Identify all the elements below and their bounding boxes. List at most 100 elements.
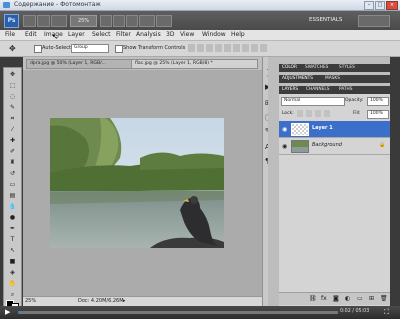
- tab-styles[interactable]: STYLES: [339, 65, 355, 71]
- seek-bar[interactable]: [18, 311, 338, 314]
- minibridge-icon[interactable]: [37, 15, 50, 27]
- rotate-view-button[interactable]: [126, 15, 138, 27]
- layer-mask-icon[interactable]: ◙: [333, 295, 339, 302]
- document-tab-label: flac.jpg @ 25% (Layer 1, RGB/8) *: [135, 61, 213, 66]
- adjustments-panel-group: ADJUSTMENTS MASKS: [279, 75, 390, 83]
- document-tab-inactive[interactable]: dpra.jpg @ 50% (Layer 1, RGB/...: [26, 59, 133, 69]
- menu-bar: File Edit Image Layer Select Filter Anal…: [0, 30, 400, 41]
- tab-color[interactable]: COLOR: [282, 65, 297, 71]
- options-bar: ✥ Auto-Select: Group Show Transform Cont…: [0, 41, 400, 57]
- clone-stamp-tool-icon[interactable]: ♜: [6, 159, 19, 167]
- dodge-tool-icon[interactable]: ●: [6, 214, 19, 222]
- application-bar: Ps 25% ESSENTIALS: [0, 11, 400, 30]
- menu-help[interactable]: Help: [231, 31, 245, 38]
- blend-mode-dropdown[interactable]: Normal: [281, 97, 345, 106]
- play-icon[interactable]: ▶: [5, 308, 10, 316]
- zoom-tool-button[interactable]: [113, 15, 125, 27]
- marquee-tool-icon[interactable]: ⬚: [6, 82, 19, 90]
- tab-masks[interactable]: MASKS: [325, 76, 340, 82]
- layer-name[interactable]: Background: [312, 142, 342, 148]
- lock-icon: 🔒: [379, 142, 386, 148]
- menu-analysis[interactable]: Analysis: [136, 31, 161, 38]
- zoom-tool-icon[interactable]: ⌕: [6, 291, 19, 299]
- menu-3d[interactable]: 3D: [166, 31, 174, 38]
- healing-brush-tool-icon[interactable]: ✚: [6, 137, 19, 145]
- window-title: Содержание - Фотомонтаж: [14, 1, 101, 8]
- tab-channels[interactable]: CHANNELS: [306, 87, 329, 93]
- mouse-cursor-icon: ↖: [52, 33, 58, 41]
- history-brush-tool-icon[interactable]: ↺: [6, 170, 19, 178]
- delete-layer-icon[interactable]: 🗑: [380, 295, 388, 302]
- cs-live-button[interactable]: [358, 15, 390, 27]
- layer-row-background[interactable]: ◉ Background 🔒: [279, 138, 390, 155]
- maximize-button[interactable]: □: [375, 1, 385, 10]
- layers-panel: Normal Opacity: 100% Lock: Fill: 100% ◉ …: [279, 94, 390, 306]
- layer-style-icon[interactable]: fx: [321, 295, 327, 302]
- quick-select-tool-icon[interactable]: ✎: [6, 104, 19, 112]
- menu-file[interactable]: File: [5, 31, 15, 38]
- gradient-tool-icon[interactable]: ▤: [6, 192, 19, 200]
- extras-dropdown[interactable]: [51, 15, 67, 27]
- status-menu-arrow-icon[interactable]: ▸: [123, 298, 126, 304]
- align-buttons-group[interactable]: [188, 44, 268, 52]
- move-tool-icon[interactable]: ✥: [6, 71, 19, 79]
- menu-select[interactable]: Select: [92, 31, 111, 38]
- lock-buttons-group[interactable]: [297, 110, 333, 117]
- zoom-level-dropdown[interactable]: 25%: [70, 15, 97, 27]
- fill-field[interactable]: 100%: [367, 110, 389, 119]
- status-bar: 25% Doc: 4.20M/6.26M ▸: [23, 296, 262, 306]
- blur-tool-icon[interactable]: 💧: [6, 203, 19, 211]
- eyedropper-tool-icon[interactable]: ⁄: [6, 126, 19, 134]
- new-group-icon[interactable]: ▭: [357, 295, 363, 302]
- fullscreen-icon[interactable]: ⛶: [384, 308, 389, 317]
- hand-tool-icon[interactable]: ✋: [6, 280, 19, 288]
- brush-tool-icon[interactable]: ✐: [6, 148, 19, 156]
- tab-swatches[interactable]: SWATCHES: [305, 65, 328, 71]
- tab-adjustments[interactable]: ADJUSTMENTS: [282, 76, 313, 82]
- move-tool-preset-icon[interactable]: ✥: [9, 44, 16, 53]
- layers-panel-group: LAYERS CHANNELS PATHS: [279, 86, 390, 94]
- opacity-field[interactable]: 100%: [367, 97, 389, 106]
- layer-name[interactable]: Layer 1: [312, 125, 333, 131]
- workspace-switcher[interactable]: ESSENTIALS: [309, 15, 353, 25]
- menu-layer[interactable]: Layer: [68, 31, 85, 38]
- arrange-documents-dropdown[interactable]: [139, 15, 155, 27]
- status-zoom[interactable]: 25%: [25, 298, 36, 304]
- auto-select-checkbox[interactable]: [34, 45, 42, 53]
- shape-tool-icon[interactable]: ■: [6, 258, 19, 266]
- menu-filter[interactable]: Filter: [116, 31, 131, 38]
- crop-tool-icon[interactable]: ⌗: [6, 115, 19, 123]
- visibility-eye-icon[interactable]: ◉: [282, 143, 287, 150]
- new-layer-icon[interactable]: ⊞: [369, 295, 374, 302]
- 3d-rotate-tool-icon[interactable]: ◈: [6, 269, 19, 277]
- menu-window[interactable]: Window: [202, 31, 226, 38]
- screen-mode-dropdown[interactable]: [156, 15, 172, 27]
- document-tab-active[interactable]: flac.jpg @ 25% (Layer 1, RGB/8) *: [131, 59, 258, 69]
- tab-layers[interactable]: LAYERS: [282, 87, 298, 93]
- status-doc-size: Doc: 4.20M/6.26M: [78, 298, 124, 304]
- layer-thumbnail: [291, 140, 309, 153]
- layer-row-layer-1[interactable]: ◉ Layer 1: [279, 121, 390, 138]
- minimize-button[interactable]: –: [364, 1, 374, 10]
- bridge-icon[interactable]: [23, 15, 36, 27]
- visibility-eye-icon[interactable]: ◉: [282, 126, 287, 133]
- window-titlebar: Содержание - Фотомонтаж – □ ×: [0, 0, 400, 11]
- link-layers-icon[interactable]: ⛓: [309, 295, 317, 302]
- menu-view[interactable]: View: [180, 31, 194, 38]
- path-selection-tool-icon[interactable]: ↖: [6, 247, 19, 255]
- fill-label: Fill:: [353, 111, 361, 116]
- menu-edit[interactable]: Edit: [25, 31, 37, 38]
- type-tool-icon[interactable]: T: [6, 236, 19, 244]
- canvas-photo[interactable]: [50, 118, 224, 248]
- auto-select-dropdown[interactable]: Group: [71, 44, 109, 53]
- eraser-tool-icon[interactable]: ▭: [6, 181, 19, 189]
- tab-paths[interactable]: PATHS: [339, 87, 353, 93]
- lasso-tool-icon[interactable]: ◌: [6, 93, 19, 101]
- close-button[interactable]: ×: [386, 1, 398, 10]
- adjustment-layer-icon[interactable]: ◐: [345, 295, 350, 302]
- opacity-label: Opacity:: [345, 98, 364, 103]
- layers-panel-footer: ⛓ fx ◙ ◐ ▭ ⊞ 🗑: [279, 292, 390, 305]
- show-transform-checkbox[interactable]: [115, 45, 123, 53]
- hand-tool-button[interactable]: [100, 15, 112, 27]
- pen-tool-icon[interactable]: ✒: [6, 225, 19, 233]
